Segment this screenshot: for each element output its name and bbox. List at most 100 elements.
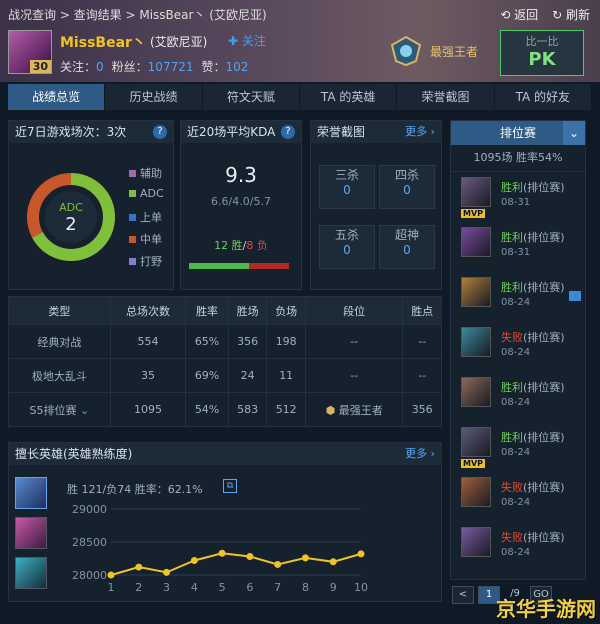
help-icon[interactable]: ?	[281, 125, 295, 139]
refresh-label: 刷新	[565, 8, 590, 22]
x-tick-label: 4	[191, 581, 198, 594]
hero-icon	[461, 527, 491, 557]
rank-emblem-icon: ⬢	[325, 403, 336, 417]
ring-count: 2	[65, 214, 77, 235]
win-loss-bar	[189, 263, 289, 269]
match-date: 08-24	[501, 547, 531, 558]
match-date: 08-31	[501, 247, 531, 258]
list-item[interactable]: 失败(排位赛) 08-24	[457, 525, 583, 571]
match-result: 失败(排位赛)	[501, 331, 565, 344]
hero-summary: 胜 121/负74 胜率：62.1%	[67, 483, 203, 496]
data-point	[107, 571, 115, 579]
data-point	[135, 563, 143, 571]
match-date: 08-24	[501, 397, 531, 408]
x-tick-label: 8	[302, 581, 309, 594]
legend-support: 辅助	[129, 165, 164, 187]
hero-icon[interactable]	[15, 557, 47, 589]
tab-honor[interactable]: 荣誉截图	[397, 84, 495, 110]
mode-stats-table: 类型 总场次数 胜率 胜场 负场 段位 胜点 经典对战 554 65% 356 19…	[8, 296, 442, 427]
heroes-more-link[interactable]: 更多 ›	[405, 443, 435, 465]
rank-emblem-icon	[390, 35, 422, 67]
col-losses: 负场	[266, 296, 306, 325]
match-date: 08-24	[501, 297, 531, 308]
hero-icon	[461, 177, 491, 207]
legend-jungle: 打野	[129, 253, 164, 275]
honor-penta-kill[interactable]: 五杀 0	[319, 225, 375, 269]
y-tick-label: 28500	[72, 536, 107, 549]
pk-button[interactable]: 比一比 PK	[500, 30, 584, 76]
y-tick-label: 28000	[72, 569, 107, 582]
hero-icon	[461, 427, 491, 457]
hero-icon	[461, 227, 491, 257]
server-name: (艾欧尼亚)	[150, 35, 208, 49]
legend-top: 上单	[129, 209, 164, 231]
col-rate: 胜率	[185, 296, 229, 325]
rank-label: 最强王者	[430, 44, 479, 59]
data-point	[274, 560, 282, 568]
ranked-mode-dropdown[interactable]: S5排位赛 ⌄	[8, 392, 111, 427]
honor-quadra-kill[interactable]: 四杀 0	[379, 165, 435, 209]
likes-count: 赞：102	[201, 60, 249, 74]
heroes-panel: 擅长英雄(英雄熟练度) 更多 › 胜 121/负74 胜率：62.1% ⧉ 29…	[8, 442, 442, 602]
tab-overview[interactable]: 战绩总览	[8, 84, 106, 110]
table-header: 类型 总场次数 胜率 胜场 负场 段位 胜点	[8, 296, 442, 325]
top-nav: ⟲ 返回 ↻ 刷新	[500, 6, 590, 23]
list-item[interactable]: 胜利(排位赛) 08-31 MVP	[457, 175, 583, 221]
rank-display: 最强王者	[386, 35, 486, 67]
fans-count: 粉丝：107721	[111, 60, 194, 74]
data-point	[218, 549, 226, 557]
kda-record: 12 胜/8 负	[214, 239, 268, 252]
legend-adc: ADC	[129, 187, 164, 209]
screenshot-icon[interactable]	[569, 291, 581, 301]
table-row: 极地大乱斗 35 69% 24 11 -- --	[8, 358, 442, 393]
list-item[interactable]: 胜利(排位赛) 08-24 MVP	[457, 425, 583, 471]
follow-count: 关注：0	[60, 60, 104, 74]
match-date: 08-31	[501, 197, 531, 208]
x-tick-label: 10	[354, 581, 368, 594]
table-row: S5排位赛 ⌄ 1095 54% 583 512 ⬢ 最强王者 356	[8, 392, 442, 427]
level-badge: 30	[29, 60, 51, 73]
list-item[interactable]: 失败(排位赛) 08-24	[457, 475, 583, 521]
x-tick-label: 1	[108, 581, 115, 594]
prev-page-button[interactable]: <	[452, 586, 474, 604]
profile-header: 战况查询 > 查询结果 > MissBear丶 (艾欧尼亚) ⟲ 返回 ↻ 刷新…	[0, 0, 600, 82]
recent-games-title: 近7日游戏场次：3次 ?	[9, 121, 173, 143]
site-watermark: 京华手游网	[496, 597, 596, 621]
col-type: 类型	[8, 296, 111, 325]
tab-heroes[interactable]: TA 的英雄	[300, 84, 398, 110]
tab-friends[interactable]: TA 的好友	[495, 84, 592, 110]
list-item[interactable]: 胜利(排位赛) 08-31	[457, 225, 583, 271]
table-row: 经典对战 554 65% 356 198 -- --	[8, 324, 442, 359]
username: MissBear丶	[60, 35, 146, 51]
honor-more-link[interactable]: 更多 ›	[405, 121, 435, 143]
list-item[interactable]: 胜利(排位赛) 08-24	[457, 375, 583, 421]
refresh-button[interactable]: ↻ 刷新	[552, 6, 590, 23]
data-point	[301, 554, 309, 562]
hero-icon-selected[interactable]	[15, 477, 47, 509]
honor-legendary[interactable]: 超神 0	[379, 225, 435, 269]
list-item[interactable]: 失败(排位赛) 08-24	[457, 325, 583, 371]
rank-cell: ⬢ 最强王者	[304, 392, 404, 427]
ring-center: ADC 2	[21, 201, 121, 235]
chevron-down-icon[interactable]: ⌄	[563, 121, 585, 145]
main-tabs: 战绩总览 历史战绩 符文天赋 TA 的英雄 荣誉截图 TA 的好友	[8, 84, 592, 110]
tab-runes[interactable]: 符文天赋	[203, 84, 300, 110]
legend-mid: 中单	[129, 231, 164, 253]
list-item[interactable]: 胜利(排位赛) 08-24	[457, 275, 583, 321]
x-tick-label: 2	[135, 581, 142, 594]
match-date: 08-24	[501, 347, 531, 358]
match-result: 胜利(排位赛)	[501, 431, 565, 444]
follow-button[interactable]: ✚ 关注	[228, 32, 266, 49]
ranked-header[interactable]: 排位赛 ⌄	[451, 121, 585, 145]
recent-games-panel: 近7日游戏场次：3次 ? ADC 2 辅助 ADC 上单 中单 打野	[8, 120, 174, 290]
back-button[interactable]: ⟲ 返回	[500, 6, 538, 23]
honor-triple-kill[interactable]: 三杀 0	[319, 165, 375, 209]
hero-icon	[461, 277, 491, 307]
help-icon[interactable]: ?	[153, 125, 167, 139]
data-point	[329, 558, 337, 566]
follow-label: 关注	[241, 34, 266, 48]
hero-icon[interactable]	[15, 517, 47, 549]
breadcrumb: 战况查询 > 查询结果 > MissBear丶 (艾欧尼亚)	[8, 8, 267, 22]
tab-history[interactable]: 历史战绩	[105, 84, 203, 110]
copy-icon[interactable]: ⧉	[223, 479, 237, 493]
